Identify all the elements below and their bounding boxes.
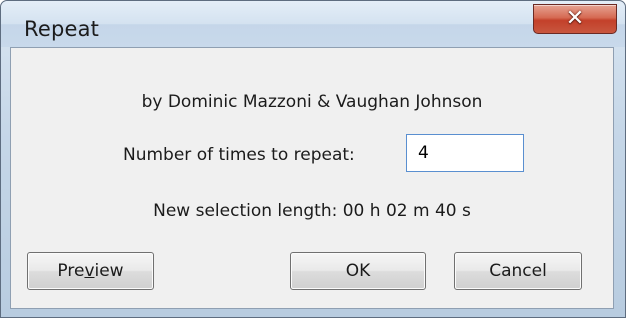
repeat-count-row: Number of times to repeat: (11, 134, 613, 174)
dialog-body: by Dominic Mazzoni & Vaughan Johnson Num… (10, 47, 614, 309)
window-title: Repeat (24, 17, 100, 41)
close-x-icon: ✕ (565, 6, 585, 31)
preview-label-mnemonic: v (84, 261, 95, 281)
preview-label-post: iew (94, 261, 124, 281)
author-credit: by Dominic Mazzoni & Vaughan Johnson (141, 92, 483, 112)
preview-label-pre: Pre (57, 261, 85, 281)
repeat-count-input[interactable] (406, 134, 524, 172)
repeat-dialog-window: Repeat ✕ by Dominic Mazzoni & Vaughan Jo… (0, 0, 626, 318)
new-selection-length: New selection length: 00 h 02 m 40 s (153, 201, 471, 221)
repeat-count-label: Number of times to repeat: (123, 145, 355, 165)
close-button[interactable]: ✕ (533, 4, 617, 34)
title-bar[interactable]: Repeat ✕ (1, 1, 625, 47)
ok-button[interactable]: OK (290, 252, 426, 290)
preview-button[interactable]: Preview (27, 252, 154, 290)
cancel-button[interactable]: Cancel (454, 252, 582, 290)
